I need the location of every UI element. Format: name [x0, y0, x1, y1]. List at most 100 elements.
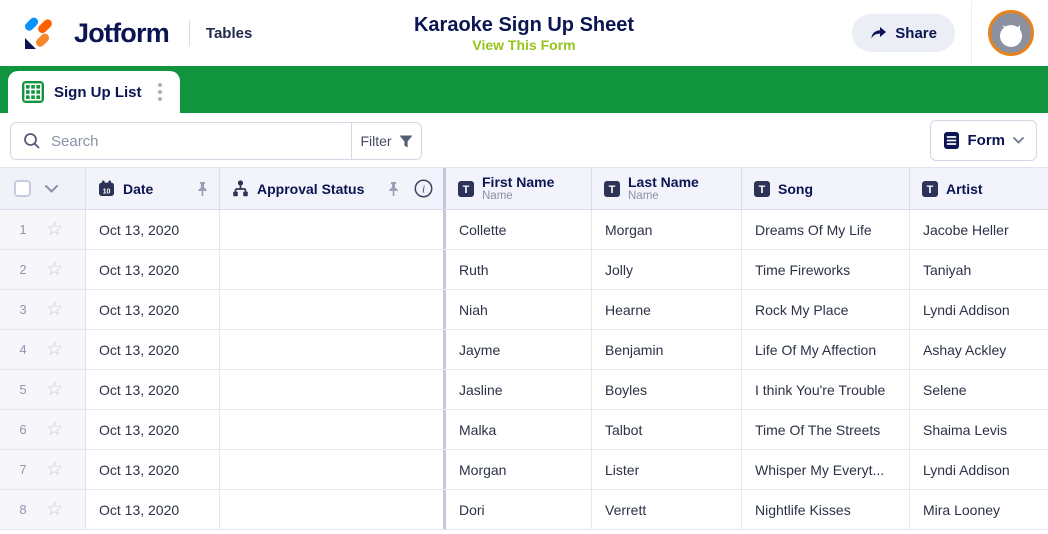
- toolbar: Search Filter Form: [0, 113, 1048, 168]
- select-all-checkbox[interactable]: [14, 180, 31, 197]
- cell-artist[interactable]: Lyndi Addison: [910, 450, 1048, 489]
- cell-song[interactable]: Whisper My Everyt...: [742, 450, 910, 489]
- jotform-tables-app: Jotform Tables Karaoke Sign Up Sheet Vie…: [0, 0, 1048, 534]
- column-label-song: Song: [778, 180, 813, 197]
- column-header-last-name[interactable]: T Last Name Name: [592, 168, 742, 209]
- cell-date[interactable]: Oct 13, 2020: [86, 370, 220, 409]
- share-button[interactable]: Share: [852, 14, 955, 52]
- cell-approval-status[interactable]: [220, 250, 446, 289]
- text-icon: T: [922, 180, 938, 197]
- cell-song[interactable]: Time Fireworks: [742, 250, 910, 289]
- favorite-star-icon[interactable]: ☆: [46, 380, 63, 399]
- cell-last-name[interactable]: Hearne: [592, 290, 742, 329]
- cell-song[interactable]: Time Of The Streets: [742, 410, 910, 449]
- top-header: Jotform Tables Karaoke Sign Up Sheet Vie…: [0, 0, 1048, 66]
- info-icon[interactable]: i: [414, 179, 433, 198]
- table-grid-icon: [22, 81, 44, 103]
- cell-date[interactable]: Oct 13, 2020: [86, 450, 220, 489]
- cell-artist[interactable]: Ashay Ackley: [910, 330, 1048, 369]
- row-gutter: 4 ☆: [0, 330, 86, 369]
- row-number: 6: [19, 422, 27, 437]
- cell-approval-status[interactable]: [220, 410, 446, 449]
- gutter-chevron-down-icon[interactable]: [45, 184, 58, 193]
- cell-last-name[interactable]: Lister: [592, 450, 742, 489]
- cell-approval-status[interactable]: [220, 490, 446, 529]
- cell-song[interactable]: Life Of My Affection: [742, 330, 910, 369]
- favorite-star-icon[interactable]: ☆: [46, 220, 63, 239]
- cell-first-name[interactable]: Niah: [446, 290, 592, 329]
- column-header-song[interactable]: T Song: [742, 168, 910, 209]
- column-label-approval-status: Approval Status: [257, 180, 365, 197]
- cell-date[interactable]: Oct 13, 2020: [86, 490, 220, 529]
- header-divider: [971, 1, 972, 65]
- tab-label: Sign Up List: [54, 83, 142, 101]
- pin-icon[interactable]: [387, 181, 400, 197]
- cell-date[interactable]: Oct 13, 2020: [86, 210, 220, 249]
- product-name: Tables: [205, 24, 253, 42]
- cell-artist[interactable]: Jacobe Heller: [910, 210, 1048, 249]
- cell-artist[interactable]: Taniyah: [910, 250, 1048, 289]
- cell-last-name[interactable]: Morgan: [592, 210, 742, 249]
- text-icon: T: [458, 180, 474, 197]
- cell-last-name[interactable]: Boyles: [592, 370, 742, 409]
- column-header-artist[interactable]: T Artist: [910, 168, 1048, 209]
- cell-song[interactable]: I think You're Trouble: [742, 370, 910, 409]
- cell-approval-status[interactable]: [220, 290, 446, 329]
- column-header-first-name[interactable]: T First Name Name: [446, 168, 592, 209]
- sheet-tab-bar: Sign Up List: [0, 66, 1048, 113]
- cell-artist[interactable]: Lyndi Addison: [910, 290, 1048, 329]
- cell-first-name[interactable]: Morgan: [446, 450, 592, 489]
- column-header-approval-status[interactable]: Approval Status i: [220, 168, 446, 209]
- cell-date[interactable]: Oct 13, 2020: [86, 330, 220, 369]
- view-this-form-link[interactable]: View This Form: [472, 37, 575, 53]
- tab-sign-up-list[interactable]: Sign Up List: [8, 71, 180, 113]
- brand[interactable]: Jotform Tables: [0, 13, 252, 53]
- favorite-star-icon[interactable]: ☆: [46, 420, 63, 439]
- tab-options-menu-icon[interactable]: [152, 79, 168, 105]
- cell-artist[interactable]: Selene: [910, 370, 1048, 409]
- cell-last-name[interactable]: Benjamin: [592, 330, 742, 369]
- cell-first-name[interactable]: Collette: [446, 210, 592, 249]
- cell-artist[interactable]: Mira Looney: [910, 490, 1048, 529]
- cell-date[interactable]: Oct 13, 2020: [86, 290, 220, 329]
- cell-date[interactable]: Oct 13, 2020: [86, 410, 220, 449]
- cell-artist[interactable]: Shaima Levis: [910, 410, 1048, 449]
- cell-first-name[interactable]: Jayme: [446, 330, 592, 369]
- cell-approval-status[interactable]: [220, 330, 446, 369]
- column-header-date[interactable]: 10 Date: [86, 168, 220, 209]
- table-row: 7 ☆ Oct 13, 2020 Morgan Lister Whisper M…: [0, 450, 1048, 490]
- column-label-last-name: Last Name: [628, 174, 699, 191]
- row-gutter: 3 ☆: [0, 290, 86, 329]
- cell-last-name[interactable]: Talbot: [592, 410, 742, 449]
- favorite-star-icon[interactable]: ☆: [46, 500, 63, 519]
- form-button[interactable]: Form: [929, 120, 1037, 161]
- cell-song[interactable]: Nightlife Kisses: [742, 490, 910, 529]
- svg-text:T: T: [463, 184, 470, 196]
- user-avatar[interactable]: [988, 10, 1034, 56]
- cell-song[interactable]: Rock My Place: [742, 290, 910, 329]
- cell-approval-status[interactable]: [220, 450, 446, 489]
- cell-first-name[interactable]: Ruth: [446, 250, 592, 289]
- cell-approval-status[interactable]: [220, 370, 446, 409]
- svg-text:i: i: [422, 184, 425, 196]
- filter-button[interactable]: Filter: [351, 123, 421, 159]
- favorite-star-icon[interactable]: ☆: [46, 340, 63, 359]
- cell-date[interactable]: Oct 13, 2020: [86, 250, 220, 289]
- chevron-down-icon: [1013, 137, 1024, 144]
- cell-song[interactable]: Dreams Of My Life: [742, 210, 910, 249]
- favorite-star-icon[interactable]: ☆: [46, 460, 63, 479]
- calendar-icon: 10: [98, 180, 115, 197]
- cell-first-name[interactable]: Malka: [446, 410, 592, 449]
- cell-approval-status[interactable]: [220, 210, 446, 249]
- approval-flow-icon: [232, 180, 249, 197]
- pin-icon[interactable]: [196, 181, 209, 197]
- cell-last-name[interactable]: Jolly: [592, 250, 742, 289]
- row-gutter: 6 ☆: [0, 410, 86, 449]
- cell-first-name[interactable]: Dori: [446, 490, 592, 529]
- row-number: 3: [19, 302, 27, 317]
- favorite-star-icon[interactable]: ☆: [46, 300, 63, 319]
- cell-last-name[interactable]: Verrett: [592, 490, 742, 529]
- cell-first-name[interactable]: Jasline: [446, 370, 592, 409]
- search-input[interactable]: Search: [11, 123, 351, 159]
- favorite-star-icon[interactable]: ☆: [46, 260, 63, 279]
